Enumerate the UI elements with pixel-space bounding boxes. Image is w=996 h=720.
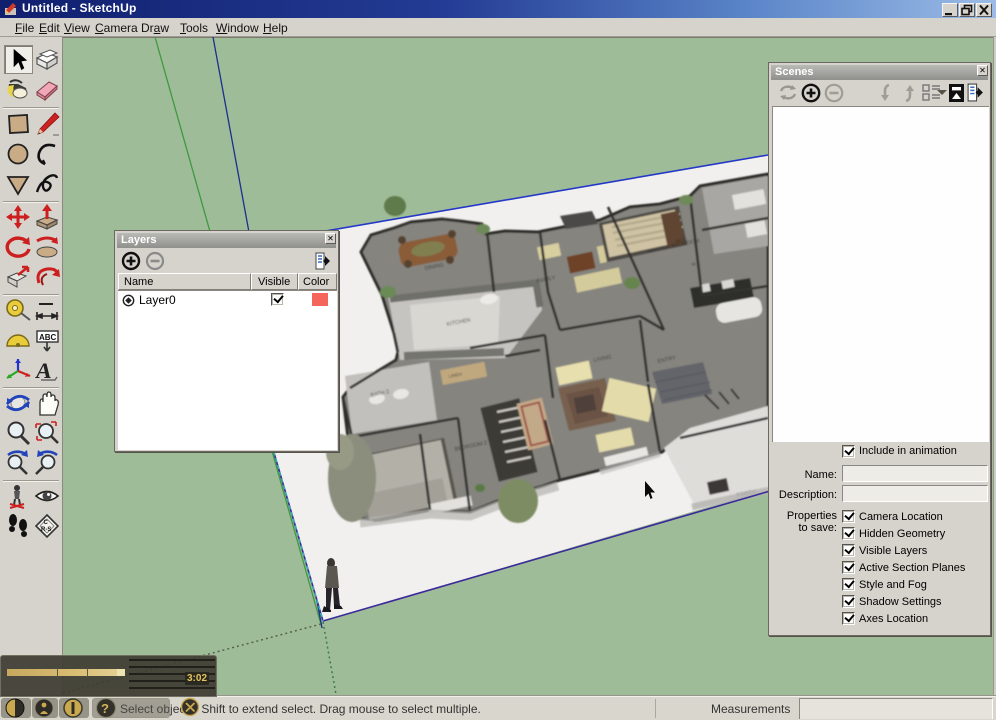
svg-text:C: C — [44, 520, 49, 526]
svg-text:ABC: ABC — [39, 333, 57, 342]
svg-text:R-S: R-S — [41, 527, 51, 533]
svg-text:?: ? — [101, 701, 109, 716]
svg-text:A: A — [34, 358, 53, 383]
